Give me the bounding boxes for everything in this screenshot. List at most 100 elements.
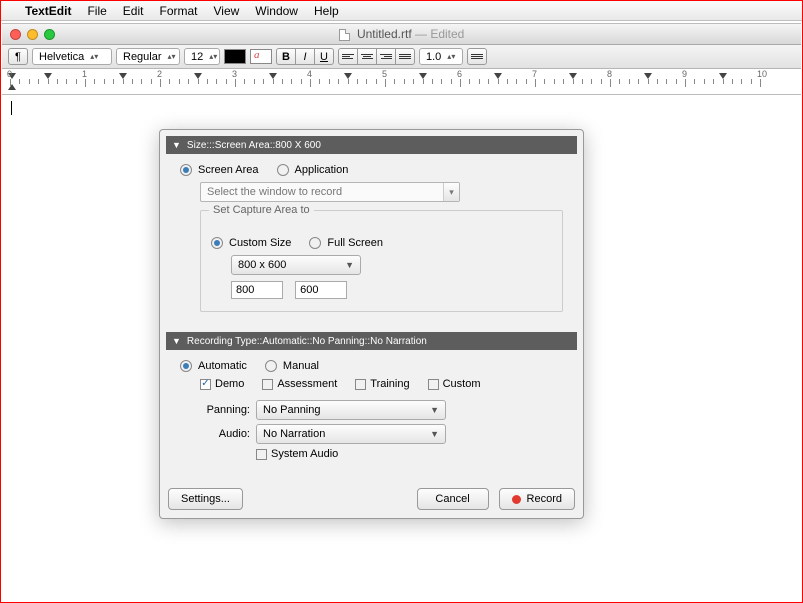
application-radio[interactable] (277, 164, 289, 176)
tab-stop-marker[interactable] (494, 73, 502, 79)
ruler-label: 7 (532, 69, 537, 79)
manual-radio[interactable] (265, 360, 277, 372)
chevron-updown-icon: ▴▾ (90, 55, 98, 59)
tab-stop-marker[interactable] (719, 73, 727, 79)
bold-button[interactable]: B (276, 48, 296, 65)
cancel-button[interactable]: Cancel (417, 488, 489, 510)
full-screen-radio[interactable] (309, 237, 321, 249)
tab-stop-marker[interactable] (419, 73, 427, 79)
tab-stop-marker[interactable] (569, 73, 577, 79)
text-style-segment: B I U (276, 48, 334, 65)
custom-label: Custom (443, 378, 481, 390)
titlebar[interactable]: Untitled.rtf — Edited (2, 23, 801, 45)
font-weight-value: Regular (123, 51, 162, 63)
automatic-radio[interactable] (180, 360, 192, 372)
paragraph-styles-icon[interactable]: ¶ (8, 48, 28, 65)
recording-mode-row: Automatic Manual (180, 360, 563, 372)
menu-file[interactable]: File (79, 4, 114, 18)
settings-button[interactable]: Settings... (168, 488, 243, 510)
line-spacing-select[interactable]: 1.0 ▴▾ (419, 48, 463, 65)
panning-select[interactable]: No Panning ▼ (256, 400, 446, 420)
output-types-row: Demo Assessment Training Custom (200, 378, 563, 390)
font-family-select[interactable]: Helvetica▴▾ (32, 48, 112, 65)
menu-format[interactable]: Format (151, 4, 205, 18)
highlight-color-swatch[interactable] (250, 49, 272, 64)
underline-button[interactable]: U (314, 48, 334, 65)
line-spacing-value: 1.0 (426, 51, 441, 63)
recording-section-header[interactable]: ▼ Recording Type::Automatic::No Panning:… (166, 332, 577, 350)
font-weight-select[interactable]: Regular ▴▾ (116, 48, 180, 65)
menu-window[interactable]: Window (247, 4, 306, 18)
ruler-label: 9 (682, 69, 687, 79)
ruler-label: 0 (7, 69, 12, 79)
manual-label: Manual (283, 360, 319, 372)
custom-checkbox[interactable] (428, 379, 439, 390)
height-field[interactable]: 600 (295, 281, 347, 299)
document-name: Untitled.rtf (357, 27, 412, 41)
font-size-select[interactable]: 12▴▾ (184, 48, 220, 65)
panning-label: Panning: (180, 404, 250, 416)
dialog-buttons: Settings... Cancel Record (166, 488, 577, 512)
capture-area-fieldset: Set Capture Area to Custom Size Full Scr… (200, 210, 563, 312)
audio-select[interactable]: No Narration ▼ (256, 424, 446, 444)
app-menu[interactable]: TextEdit (17, 4, 79, 18)
capture-settings-dialog: ▼ Size:::Screen Area::800 X 600 Screen A… (159, 129, 584, 519)
chevron-updown-icon: ▴▾ (447, 55, 455, 59)
width-field[interactable]: 800 (231, 281, 283, 299)
menubar: TextEdit File Edit Format View Window He… (1, 1, 802, 21)
system-audio-row: System Audio (180, 448, 563, 460)
ruler[interactable]: 012345678910 (2, 69, 801, 95)
chevron-updown-icon: ▴▾ (209, 55, 217, 59)
tab-stop-marker[interactable] (644, 73, 652, 79)
align-center-button[interactable] (357, 48, 377, 65)
size-options: Select the window to record ▾ Set Captur… (200, 182, 563, 312)
document-status: — Edited (412, 27, 465, 41)
italic-button[interactable]: I (295, 48, 315, 65)
text-color-swatch[interactable] (224, 49, 246, 64)
demo-checkbox[interactable] (200, 379, 211, 390)
tab-stop-marker[interactable] (119, 73, 127, 79)
disclosure-triangle-icon[interactable]: ▼ (172, 336, 181, 346)
tab-stop-marker[interactable] (269, 73, 277, 79)
screen-area-label: Screen Area (198, 164, 259, 176)
system-audio-label: System Audio (271, 448, 338, 460)
assessment-checkbox[interactable] (262, 379, 273, 390)
tab-stop-marker[interactable] (344, 73, 352, 79)
size-section-header[interactable]: ▼ Size:::Screen Area::800 X 600 (166, 136, 577, 154)
select-window-combobox[interactable]: Select the window to record ▾ (200, 182, 460, 202)
panning-value: No Panning (263, 404, 321, 416)
ruler-label: 6 (457, 69, 462, 79)
resolution-select[interactable]: 800 x 600 ▼ (231, 255, 361, 275)
record-button[interactable]: Record (499, 488, 575, 510)
system-audio-checkbox[interactable] (256, 449, 267, 460)
menu-edit[interactable]: Edit (115, 4, 152, 18)
menu-help[interactable]: Help (306, 4, 347, 18)
chevron-down-icon: ▼ (430, 405, 439, 415)
tab-stop-marker[interactable] (44, 73, 52, 79)
chevron-updown-icon: ▴▾ (168, 55, 176, 59)
audio-label: Audio: (180, 428, 250, 440)
select-window-placeholder: Select the window to record (207, 186, 342, 198)
align-justify-button[interactable] (395, 48, 415, 65)
disclosure-triangle-icon[interactable]: ▼ (172, 140, 181, 150)
menu-view[interactable]: View (206, 4, 248, 18)
list-style-button[interactable] (467, 48, 487, 65)
screen-area-radio[interactable] (180, 164, 192, 176)
window-title: Untitled.rtf — Edited (2, 27, 801, 41)
custom-size-radio[interactable] (211, 237, 223, 249)
align-left-button[interactable] (338, 48, 358, 65)
assessment-label: Assessment (277, 378, 337, 390)
align-right-button[interactable] (376, 48, 396, 65)
recording-header-label: Recording Type::Automatic::No Panning::N… (187, 336, 427, 347)
record-icon (512, 495, 521, 504)
ruler-label: 8 (607, 69, 612, 79)
resolution-value: 800 x 600 (238, 259, 286, 271)
ruler-label: 2 (157, 69, 162, 79)
size-section-body: Screen Area Application Select the windo… (166, 154, 577, 326)
custom-size-controls: 800 x 600 ▼ 800 600 (231, 255, 552, 299)
size-header-label: Size:::Screen Area::800 X 600 (187, 140, 321, 151)
audio-row: Audio: No Narration ▼ (180, 424, 563, 444)
training-checkbox[interactable] (355, 379, 366, 390)
textedit-window: Untitled.rtf — Edited ¶ Helvetica▴▾ Regu… (2, 23, 801, 95)
tab-stop-marker[interactable] (194, 73, 202, 79)
